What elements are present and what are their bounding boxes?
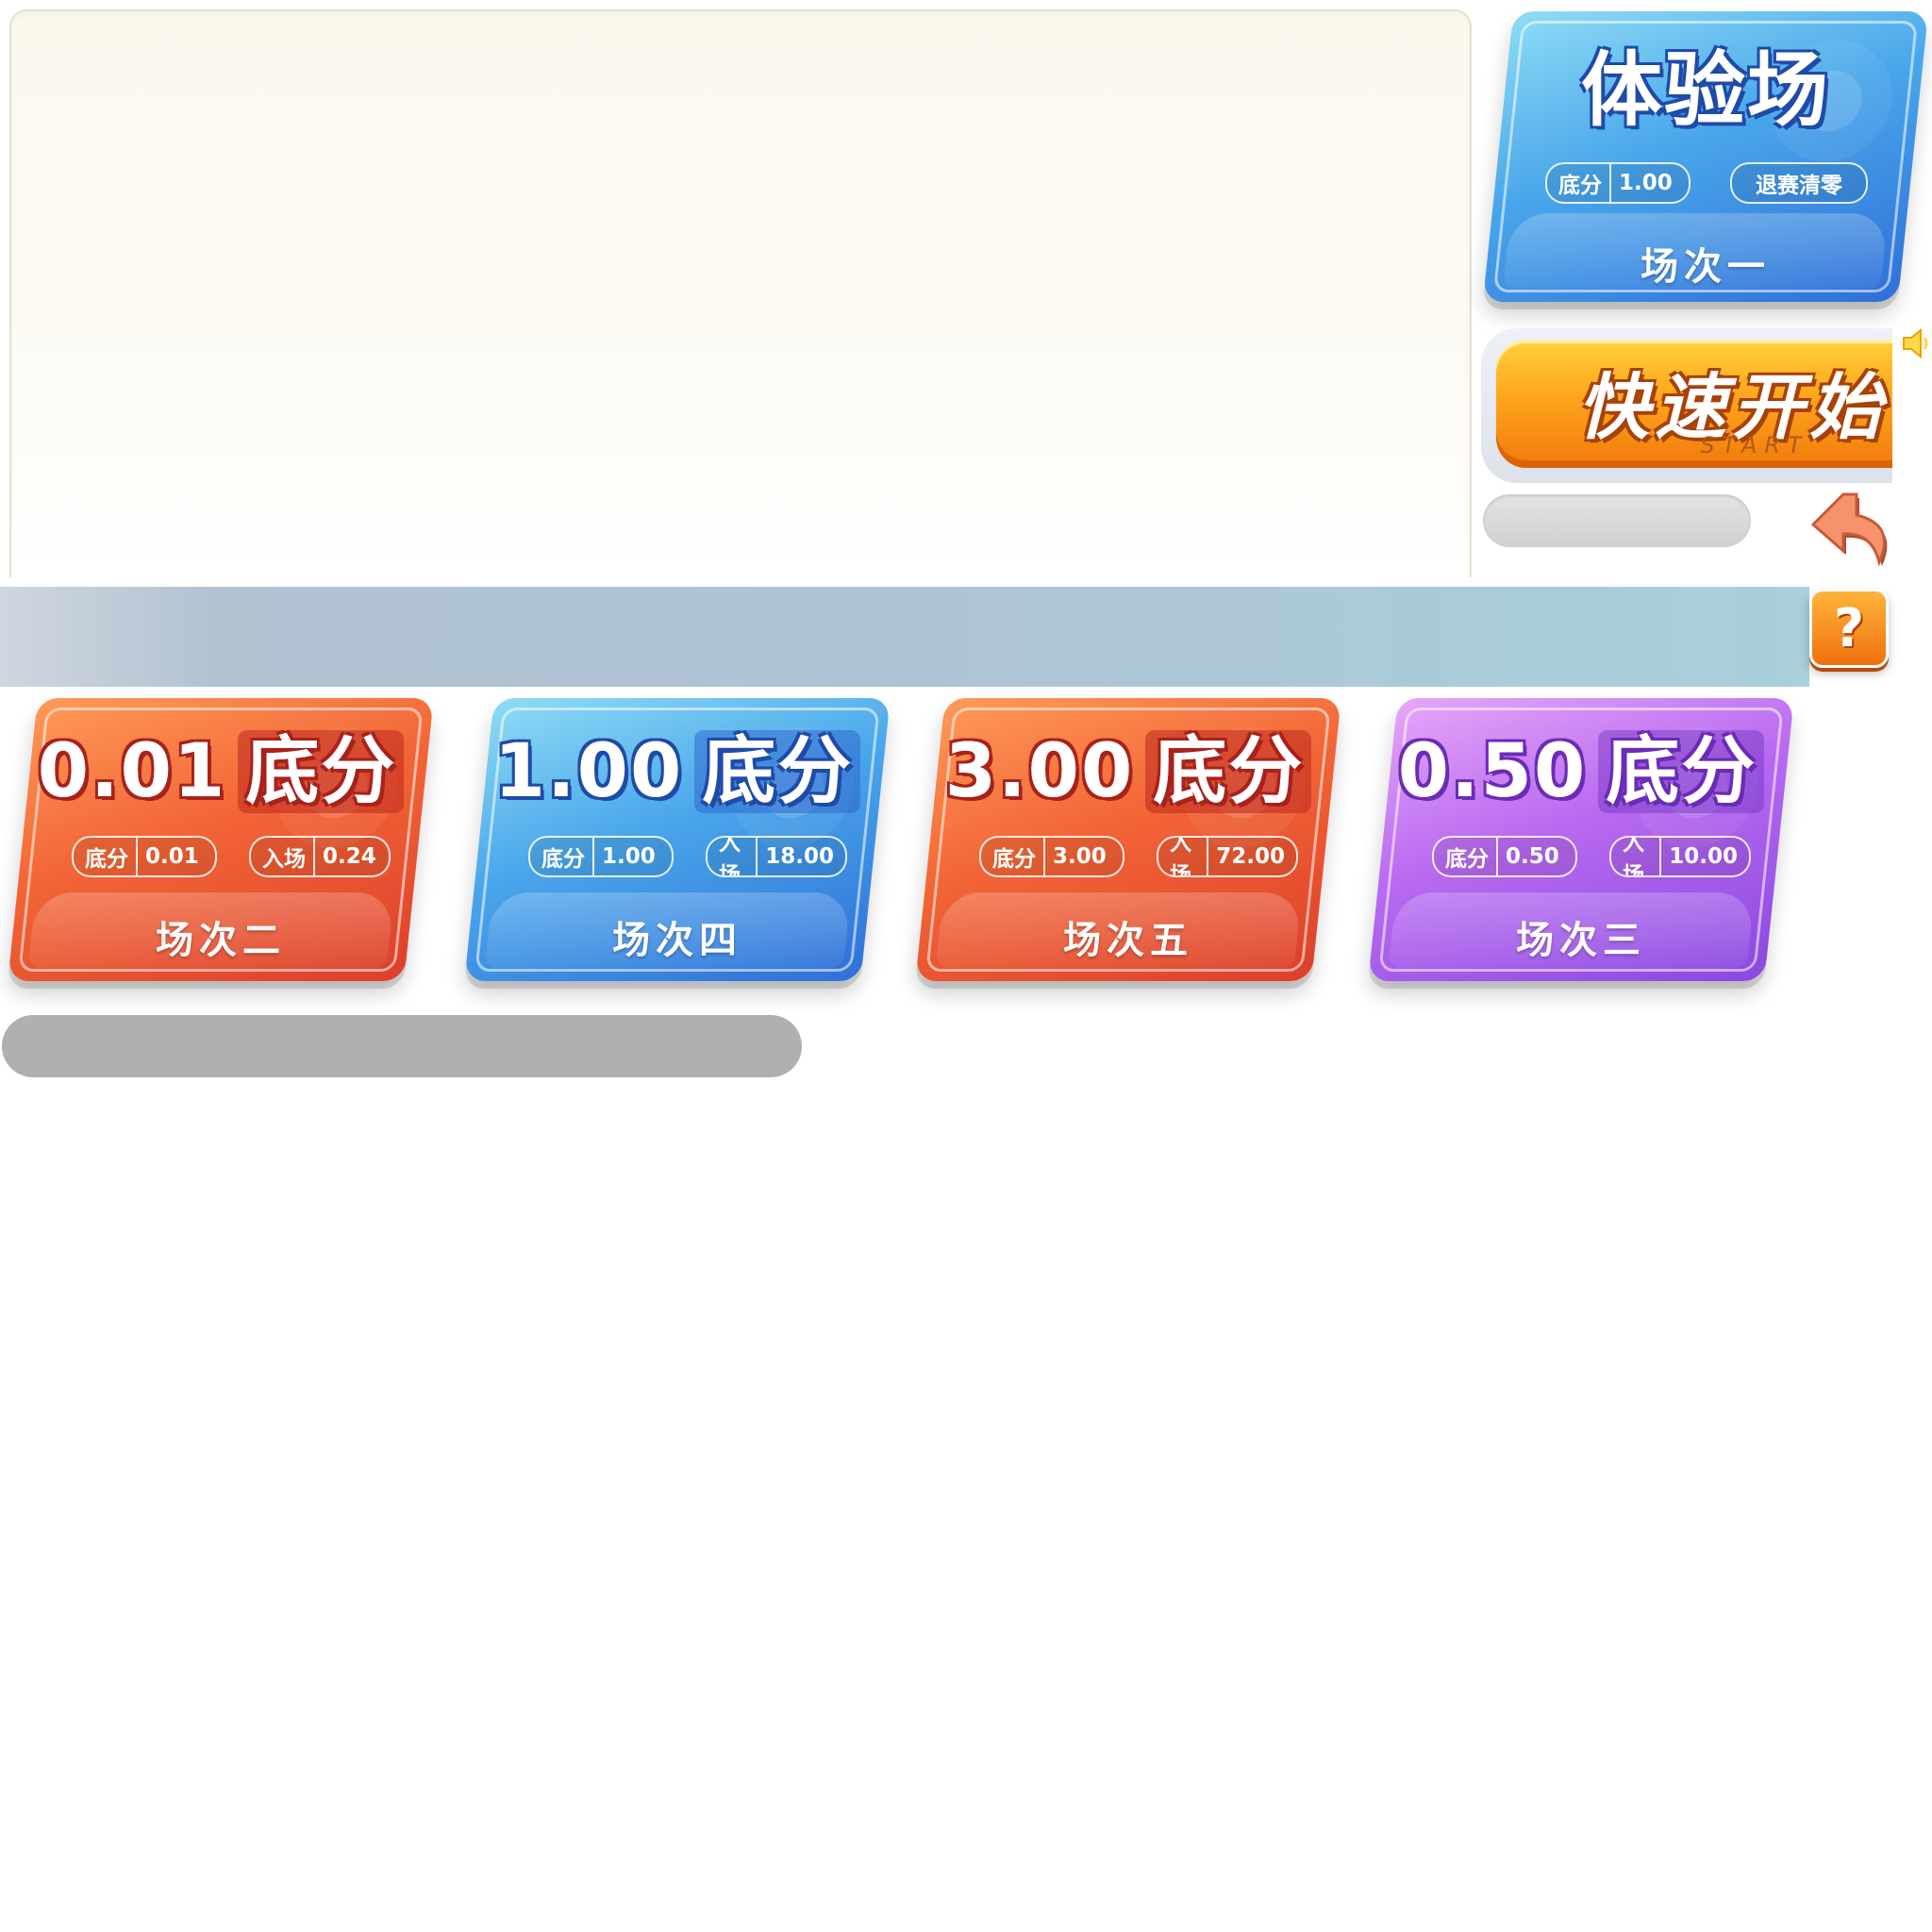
card-title: 体验场 [1498, 49, 1913, 132]
base-score-label: 底分 [530, 838, 594, 875]
room-name: 场次二 [156, 919, 286, 962]
entry-value: 10.00 [1669, 844, 1738, 869]
status-pill [1483, 494, 1751, 547]
card-title-word: 底分 [1145, 730, 1312, 813]
card-title: 0.01 底分 [23, 730, 419, 813]
card-title: 0.50 底分 [1383, 730, 1779, 813]
room-name: 场次三 [1516, 919, 1646, 962]
entry-value: 0.24 [323, 844, 376, 869]
quick-start-sub-label: START [1700, 432, 1809, 458]
entry-value: 18.00 [765, 844, 834, 869]
room-name: 场次五 [1063, 919, 1193, 962]
entry-pill: 入场 18.00 [706, 836, 847, 877]
help-button[interactable]: ? [1809, 589, 1889, 668]
room-name: 场次一 [1641, 245, 1771, 289]
base-score-value: 0.50 [1506, 844, 1559, 869]
bottom-bar [2, 1015, 802, 1077]
base-score-label: 底分 [1547, 164, 1611, 202]
card-title-word: 底分 [238, 730, 405, 813]
notice-strip [0, 587, 1809, 687]
entry-value: 72.00 [1216, 844, 1285, 869]
speaker-icon[interactable] [1900, 326, 1930, 360]
entry-pill: 入场 72.00 [1157, 836, 1298, 877]
room-card-trial[interactable]: 体验场 底分 1.00 退赛清零 场次一 [1482, 11, 1929, 302]
card-title-word: 底分 [694, 730, 861, 813]
room-card-3[interactable]: 0.50 底分 底分 0.50 入场 10.00 场次三 [1368, 698, 1794, 981]
base-score-pill: 底分 3.00 [979, 836, 1124, 877]
base-score-value: 1.00 [602, 844, 656, 869]
room-card-2[interactable]: 0.01 底分 底分 0.01 入场 0.24 场次二 [8, 698, 434, 981]
back-arrow-icon[interactable] [1806, 487, 1896, 577]
card-amount: 0.50 [1397, 729, 1588, 814]
card-amount: 3.00 [944, 729, 1135, 814]
card-amount: 0.01 [37, 729, 227, 814]
base-score-pill: 底分 0.50 [1432, 836, 1577, 877]
room-card-5[interactable]: 3.00 底分 底分 3.00 入场 72.00 场次五 [915, 698, 1341, 981]
main-panel [9, 9, 1472, 577]
room-card-4[interactable]: 1.00 底分 底分 1.00 入场 18.00 场次四 [464, 698, 891, 981]
entry-pill: 入场 10.00 [1609, 836, 1751, 877]
trial-room-title: 体验场 [1581, 43, 1830, 138]
base-score-label: 底分 [1434, 838, 1498, 875]
reset-note: 退赛清零 [1756, 174, 1842, 198]
entry-pill: 入场 0.24 [249, 836, 391, 877]
question-mark-icon: ? [1833, 597, 1865, 659]
entry-label: 入场 [1158, 838, 1209, 875]
card-title: 3.00 底分 [930, 730, 1326, 813]
entry-label: 入场 [251, 838, 315, 875]
base-score-value: 3.00 [1053, 844, 1107, 869]
base-score-value: 1.00 [1619, 171, 1673, 195]
entry-label: 入场 [1611, 838, 1662, 875]
base-score-pill: 底分 1.00 [1545, 162, 1690, 204]
card-title: 1.00 底分 [479, 730, 875, 813]
base-score-value: 0.01 [145, 844, 199, 869]
base-score-pill: 底分 0.01 [72, 836, 217, 877]
card-amount: 1.00 [493, 729, 684, 814]
base-score-label: 底分 [74, 838, 138, 875]
entry-label: 入场 [708, 838, 758, 875]
base-score-label: 底分 [981, 838, 1045, 875]
room-name: 场次四 [612, 919, 742, 962]
reset-note-pill: 退赛清零 [1730, 162, 1868, 204]
base-score-pill: 底分 1.00 [528, 836, 674, 877]
card-title-word: 底分 [1598, 730, 1765, 813]
